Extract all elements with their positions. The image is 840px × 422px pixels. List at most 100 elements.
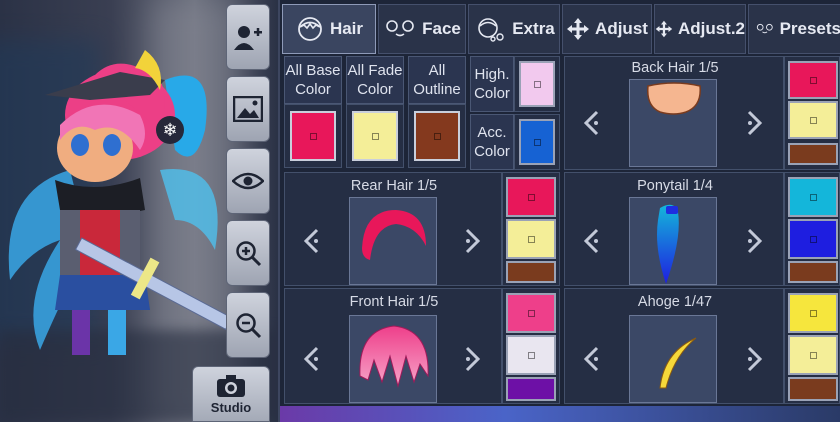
- chevron-right-icon: [747, 228, 763, 254]
- ponytail-color-2[interactable]: [788, 219, 838, 259]
- front-hair-color-3[interactable]: [506, 377, 556, 401]
- all-fade-color-cell: [346, 104, 404, 168]
- front-hair-prev-button[interactable]: [291, 329, 331, 389]
- chevron-left-icon: [303, 346, 319, 372]
- ponytail-color-3[interactable]: [788, 261, 838, 283]
- tab-adjust[interactable]: Adjust: [562, 4, 652, 54]
- customization-panel: Hair Face Extra Adjust Adjust.2 Presets …: [278, 0, 840, 422]
- all-base-color-cell: [284, 104, 342, 168]
- ahoge-next-button[interactable]: [735, 329, 775, 389]
- front-hair-colors: [502, 288, 560, 404]
- all-outline-label: All Outline: [408, 56, 466, 104]
- front-hair-color-1[interactable]: [506, 293, 556, 333]
- chevron-left-icon: [583, 110, 599, 136]
- tab-bar: Hair Face Extra Adjust Adjust.2 Presets: [282, 4, 840, 54]
- ahoge-color-2[interactable]: [788, 335, 838, 375]
- ahoge-color-1[interactable]: [788, 293, 838, 333]
- ahoge-colors: [784, 288, 840, 404]
- studio-label: Studio: [210, 399, 252, 415]
- chevron-right-icon: [747, 110, 763, 136]
- acc-color-label: Acc. Color: [470, 114, 514, 170]
- tab-presets[interactable]: Presets: [748, 4, 840, 54]
- ponytail-preview: [629, 197, 717, 285]
- back-hair-color-1[interactable]: [788, 61, 838, 99]
- chevron-right-icon: [465, 346, 481, 372]
- acc-color-swatch[interactable]: [519, 119, 555, 165]
- front-hair-section: Front Hair 1/5: [284, 288, 502, 404]
- rear-hair-color-1[interactable]: [506, 177, 556, 217]
- high-color-swatch[interactable]: [519, 61, 555, 107]
- move-arrows-icon: [655, 20, 673, 38]
- ahoge-preview: [629, 315, 717, 403]
- chevron-left-icon: [583, 346, 599, 372]
- tab-presets-label: Presets: [779, 19, 840, 38]
- back-hair-color-3[interactable]: [788, 143, 838, 165]
- acc-color-cell: [514, 114, 560, 170]
- zoom-out-icon: [236, 313, 262, 339]
- ponytail-title: Ponytail 1/4: [637, 178, 713, 194]
- ahoge-title: Ahoge 1/47: [637, 294, 713, 310]
- all-base-color-label: All Base Color: [284, 56, 342, 104]
- all-base-color-swatch[interactable]: [290, 111, 336, 161]
- tab-extra-label: Extra: [512, 19, 555, 38]
- back-hair-section: Back Hair 1/5: [564, 56, 784, 170]
- rear-hair-title: Rear Hair 1/5: [350, 178, 438, 194]
- front-hair-next-button[interactable]: [453, 329, 493, 389]
- studio-button[interactable]: Studio: [192, 366, 270, 422]
- tab-face-label: Face: [422, 19, 461, 38]
- ahoge-section: Ahoge 1/47: [564, 288, 784, 404]
- camera-icon: [217, 374, 245, 397]
- rear-hair-section: Rear Hair 1/5: [284, 172, 502, 286]
- svg-text:❄: ❄: [162, 120, 177, 141]
- move-arrows-icon: [567, 18, 590, 40]
- chevron-right-icon: [747, 346, 763, 372]
- all-fade-color-swatch[interactable]: [352, 111, 398, 161]
- tab-adjust-2[interactable]: Adjust.2: [654, 4, 746, 54]
- rear-hair-preview: [349, 197, 437, 285]
- high-color-cell: [514, 56, 560, 112]
- chevron-left-icon: [583, 228, 599, 254]
- rear-hair-prev-button[interactable]: [291, 211, 331, 271]
- back-hair-color-2[interactable]: [788, 101, 838, 139]
- add-character-button[interactable]: [226, 4, 270, 70]
- high-color-label: High. Color: [470, 56, 514, 112]
- ponytail-section: Ponytail 1/4: [564, 172, 784, 286]
- extra-icon: [478, 18, 504, 42]
- back-hair-next-button[interactable]: [735, 93, 775, 153]
- tab-hair[interactable]: Hair: [282, 4, 376, 54]
- zoom-in-button[interactable]: [226, 220, 270, 286]
- background-button[interactable]: [226, 76, 270, 142]
- panel-bottom-strip: [280, 406, 840, 422]
- ponytail-next-button[interactable]: [735, 211, 775, 271]
- front-hair-title: Front Hair 1/5: [349, 294, 439, 310]
- rear-hair-colors: [502, 172, 560, 286]
- hair-icon: [298, 17, 322, 41]
- visibility-button[interactable]: [226, 148, 270, 214]
- face-icon: [386, 20, 414, 37]
- all-fade-color-label: All Fade Color: [346, 56, 404, 104]
- tab-hair-label: Hair: [329, 19, 364, 38]
- back-hair-preview: [629, 79, 717, 167]
- image-icon: [233, 96, 263, 122]
- tab-extra[interactable]: Extra: [468, 4, 560, 54]
- ponytail-colors: [784, 172, 840, 286]
- ahoge-prev-button[interactable]: [571, 329, 611, 389]
- rear-hair-color-3[interactable]: [506, 261, 556, 283]
- ponytail-prev-button[interactable]: [571, 211, 611, 271]
- back-hair-title: Back Hair 1/5: [631, 60, 719, 76]
- tab-face[interactable]: Face: [378, 4, 466, 54]
- rear-hair-next-button[interactable]: [453, 211, 493, 271]
- ahoge-color-3[interactable]: [788, 377, 838, 401]
- all-outline-cell: [408, 104, 466, 168]
- all-outline-swatch[interactable]: [414, 111, 460, 161]
- eye-icon: [232, 172, 264, 190]
- face-icon: [756, 23, 773, 34]
- chevron-left-icon: [303, 228, 319, 254]
- rear-hair-color-2[interactable]: [506, 219, 556, 259]
- zoom-out-button[interactable]: [226, 292, 270, 358]
- front-hair-color-2[interactable]: [506, 335, 556, 375]
- front-hair-preview: [349, 315, 437, 403]
- ponytail-color-1[interactable]: [788, 177, 838, 217]
- back-hair-prev-button[interactable]: [571, 93, 611, 153]
- chevron-right-icon: [465, 228, 481, 254]
